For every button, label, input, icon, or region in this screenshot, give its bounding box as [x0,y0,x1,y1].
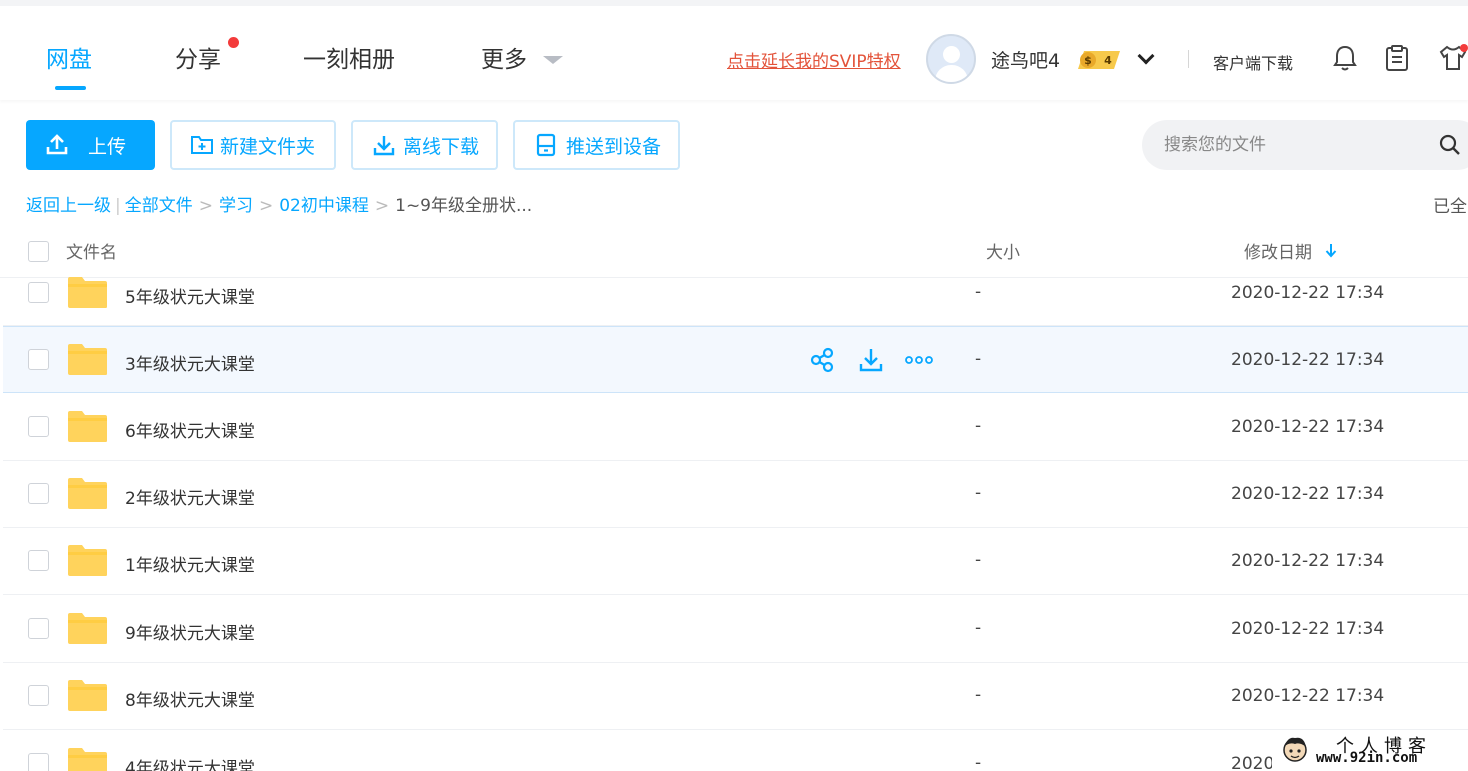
table-row[interactable]: 3年级状元大课堂 - 2020-12-22 17:34 [3,326,1468,393]
file-name[interactable]: 4年级状元大课堂 [125,754,255,771]
tshirt-icon[interactable] [1438,44,1468,72]
file-name[interactable]: 2年级状元大课堂 [125,484,255,509]
table-row[interactable]: 6年级状元大课堂 - 2020-12-22 17:34 [3,394,1468,461]
svip-renew-link[interactable]: 点击延长我的SVIP特权 [727,47,901,72]
file-name[interactable]: 3年级状元大课堂 [125,350,255,375]
file-name[interactable]: 6年级状元大课堂 [125,417,255,442]
folder-icon [68,545,107,576]
table-row[interactable]: 2年级状元大课堂 - 2020-12-22 17:34 [3,461,1468,528]
row-checkbox[interactable] [28,349,49,370]
more-caret-icon[interactable] [543,56,563,64]
more-actions-icon[interactable] [905,354,933,366]
file-size: - [975,282,982,302]
top-nav: 网盘 分享 一刻相册 更多 点击延长我的SVIP特权 途鸟吧4 $ 4 客户端下… [0,0,1468,100]
push-device-button[interactable]: 推送到设备 [513,120,680,170]
vip-badge-icon: $ 4 [1078,51,1120,69]
back-link[interactable]: 返回上一级 [26,196,111,216]
watermark-url: www.92in.com [1316,750,1418,766]
folder-icon [68,277,107,308]
row-checkbox[interactable] [28,550,49,571]
clipboard-icon[interactable] [1384,44,1410,72]
user-menu-chevron-icon[interactable] [1137,47,1155,65]
file-size: - [975,753,982,771]
breadcrumb-current: 1~9年级全册状... [395,196,533,216]
username[interactable]: 途鸟吧4 [991,46,1060,73]
folder-icon [68,411,107,442]
avatar[interactable] [926,34,976,84]
divider [1188,50,1189,68]
share-icon[interactable] [809,347,835,373]
bell-icon[interactable] [1332,44,1358,72]
file-size: - [975,349,982,369]
table-row[interactable]: 4年级状元大课堂 - 2020-12-22 17:34 [3,731,1468,771]
upload-button[interactable]: 上传 [26,120,155,170]
row-checkbox[interactable] [28,618,49,639]
upload-icon [46,134,68,155]
client-download-link[interactable]: 客户端下载 [1213,50,1293,74]
push-device-label: 推送到设备 [566,135,662,158]
new-folder-button[interactable]: 新建文件夹 [170,120,336,170]
nav-tab-more[interactable]: 更多 [481,40,527,74]
file-date: 2020-12-22 17:34 [1231,551,1385,571]
folder-plus-icon [191,136,213,154]
file-date: 2020-12-22 17:34 [1231,686,1385,706]
file-name[interactable]: 8年级状元大课堂 [125,686,255,711]
file-date: 2020-12-22 17:34 [1231,619,1385,639]
share-notification-dot [228,37,239,48]
folder-icon [68,748,107,771]
folder-icon [68,344,107,375]
offline-download-label: 离线下载 [403,135,480,158]
folder-icon [68,613,107,644]
table-row[interactable]: 8年级状元大课堂 - 2020-12-22 17:34 [3,663,1468,730]
search-box [1142,120,1468,170]
new-folder-label: 新建文件夹 [220,135,316,158]
file-size: - [975,550,982,570]
nav-tab-netdisk[interactable]: 网盘 [46,40,92,74]
file-size: - [975,618,982,638]
folder-icon [68,478,107,509]
file-size: - [975,685,982,705]
row-checkbox[interactable] [28,483,49,504]
breadcrumb: 返回上一级 | 全部文件 > 学习 >02初中课程 >1~9年级全册状... [26,196,533,216]
table-row[interactable]: 5年级状元大课堂 - 2020-12-22 17:34 [3,259,1468,326]
search-icon[interactable] [1438,133,1462,157]
file-name[interactable]: 9年级状元大课堂 [125,619,255,644]
blog-watermark: 个人博客 www.92in.com [1272,730,1468,771]
breadcrumb-all-files[interactable]: 全部文件 [125,196,193,216]
offline-download-button[interactable]: 离线下载 [351,120,498,170]
upload-label: 上传 [88,135,127,158]
table-row[interactable]: 9年级状元大课堂 - 2020-12-22 17:34 [3,596,1468,663]
svg-text:$: $ [1084,54,1092,67]
file-date: 2020-12-22 17:34 [1231,350,1385,370]
nav-tab-share[interactable]: 分享 [175,40,221,74]
nav-active-indicator [55,86,86,90]
device-icon [536,133,556,157]
file-date: 2020-12-22 17:34 [1231,484,1385,504]
row-checkbox[interactable] [28,685,49,706]
vip-level: 4 [1104,54,1112,67]
file-name[interactable]: 1年级状元大课堂 [125,551,255,576]
download-icon [373,136,395,156]
nav-tab-album[interactable]: 一刻相册 [303,40,395,74]
search-input[interactable] [1164,132,1424,158]
cartoon-face-icon [1283,737,1307,762]
sort-desc-arrow-icon[interactable] [1324,242,1338,258]
file-name[interactable]: 5年级状元大课堂 [125,283,255,308]
file-size: - [975,483,982,503]
file-date: 2020-12-22 17:34 [1231,417,1385,437]
table-row[interactable]: 1年级状元大课堂 - 2020-12-22 17:34 [3,528,1468,595]
row-download-icon[interactable] [858,347,884,373]
row-checkbox[interactable] [28,282,49,303]
row-checkbox[interactable] [28,416,49,437]
breadcrumb-study[interactable]: 学习 [219,196,253,216]
loaded-status: 已全 [1433,197,1467,217]
file-date: 2020-12-22 17:34 [1231,283,1385,303]
row-checkbox[interactable] [28,753,49,771]
file-size: - [975,416,982,436]
breadcrumb-junior-courses[interactable]: 02初中课程 [279,196,369,216]
folder-icon [68,680,107,711]
